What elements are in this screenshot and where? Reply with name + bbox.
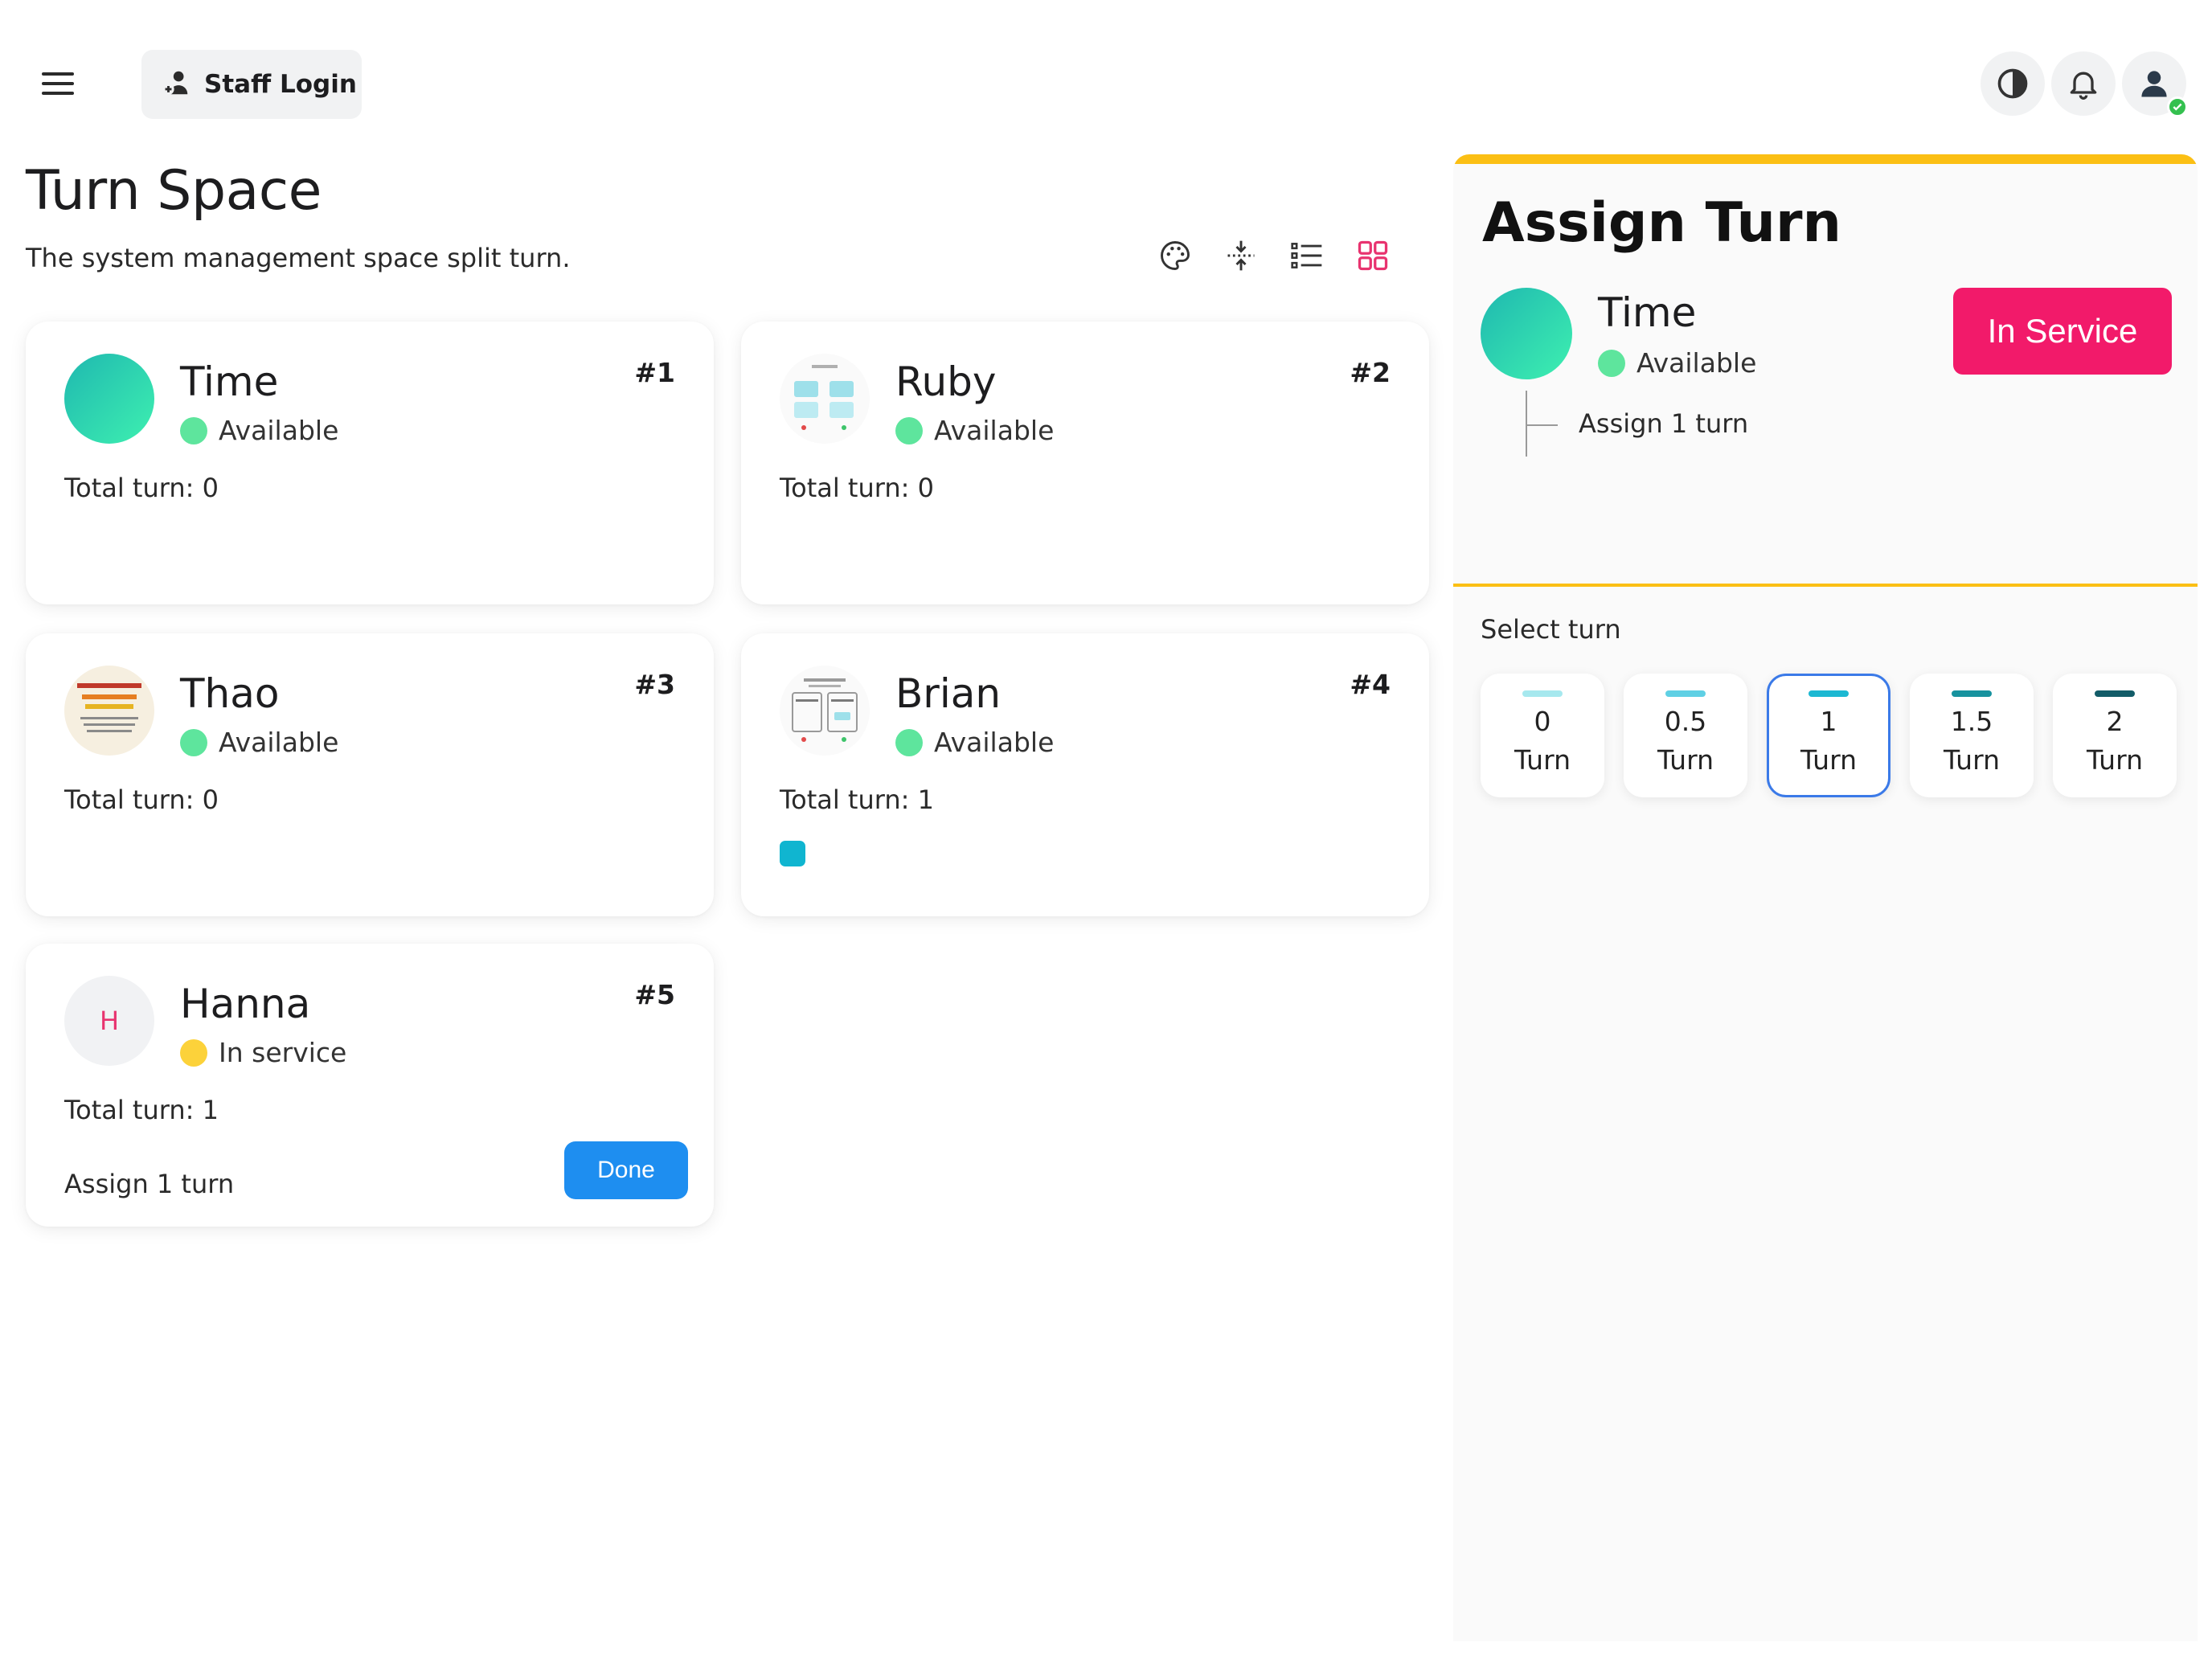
- turn-unit: Turn: [1800, 744, 1857, 776]
- turn-unit: Turn: [1657, 744, 1714, 776]
- panel-staff-name: Time: [1598, 289, 1697, 336]
- turn-color-bar: [1809, 690, 1849, 697]
- total-turn: Total turn: 0: [64, 473, 219, 503]
- staff-name: Brian: [895, 670, 1002, 717]
- panel-assign-label: Assign 1 turn: [1579, 408, 1749, 439]
- theme-toggle-icon[interactable]: [1981, 51, 2045, 116]
- avatar: [1481, 288, 1572, 379]
- staff-login-button[interactable]: Staff Login: [141, 50, 362, 119]
- staff-name: Time: [180, 358, 279, 405]
- assign-turn-label: Assign 1 turn: [64, 1169, 235, 1199]
- staff-card[interactable]: H Hanna In service #5 Total turn: 1 Assi…: [26, 944, 714, 1227]
- status-label: In service: [219, 1037, 347, 1068]
- avatar: H: [64, 976, 154, 1066]
- turn-option[interactable]: 0 Turn: [1481, 674, 1604, 797]
- staff-name: Hanna: [180, 981, 311, 1027]
- total-turn: Total turn: 1: [64, 1095, 219, 1125]
- status-dot: [1598, 349, 1625, 377]
- staff-card[interactable]: Thao Available #3 Total turn: 0: [26, 633, 714, 916]
- turn-value: 2: [2106, 706, 2124, 737]
- staff-name: Ruby: [895, 358, 997, 405]
- staff-number: #3: [634, 669, 675, 700]
- panel-title: Assign Turn: [1482, 191, 1841, 255]
- turn-chip: [780, 841, 805, 866]
- staff-number: #2: [1350, 357, 1391, 388]
- list-view-icon[interactable]: [1289, 238, 1325, 273]
- page-subtitle: The system management space split turn.: [26, 243, 571, 273]
- collapse-icon[interactable]: [1223, 238, 1259, 273]
- status-dot: [180, 1038, 207, 1067]
- status-label: Available: [219, 415, 339, 446]
- turn-option[interactable]: 0.5 Turn: [1624, 674, 1747, 797]
- status: Available: [895, 727, 1054, 758]
- turn-color-bar: [1952, 690, 1992, 697]
- status-label: Available: [934, 727, 1055, 758]
- avatar: [780, 354, 870, 444]
- turn-option[interactable]: 2 Turn: [2053, 674, 2177, 797]
- avatar: [780, 666, 870, 756]
- status-label: Available: [934, 415, 1055, 446]
- menu-icon[interactable]: [42, 72, 74, 95]
- assign-turn-panel: Assign Turn Time Available Assign 1 turn…: [1453, 154, 2198, 1641]
- tree-branch: [1526, 424, 1558, 426]
- turn-unit: Turn: [1514, 744, 1571, 776]
- status-dot: [895, 416, 923, 444]
- done-button[interactable]: Done: [564, 1141, 688, 1199]
- panel-status: Available: [1598, 347, 1756, 379]
- turn-value: 1: [1820, 706, 1837, 737]
- grid-view-icon[interactable]: [1355, 238, 1391, 273]
- status-label: Available: [219, 727, 339, 758]
- status: Available: [180, 727, 338, 758]
- bell-icon[interactable]: [2051, 51, 2116, 116]
- staff-login-label: Staff Login: [204, 70, 357, 99]
- status: Available: [895, 415, 1054, 446]
- turn-unit: Turn: [2087, 744, 2143, 776]
- person-add-icon: [161, 68, 191, 101]
- status-dot: [180, 416, 207, 444]
- turn-color-bar: [1665, 690, 1706, 697]
- total-turn: Total turn: 0: [64, 784, 219, 815]
- total-turn: Total turn: 0: [780, 473, 934, 503]
- status-dot: [180, 728, 207, 756]
- panel-accent-bar: [1453, 154, 2198, 164]
- in-service-button[interactable]: In Service: [1953, 288, 2172, 375]
- turn-option-selected[interactable]: 1 Turn: [1767, 674, 1890, 797]
- status: In service: [180, 1037, 346, 1068]
- turn-color-bar: [1522, 690, 1563, 697]
- turn-value: 0.5: [1664, 706, 1707, 737]
- tree-line: [1526, 391, 1527, 457]
- online-status-icon: [2167, 96, 2188, 117]
- staff-name: Thao: [180, 670, 280, 717]
- palette-icon[interactable]: [1157, 238, 1193, 273]
- staff-card[interactable]: Ruby Available #2 Total turn: 0: [741, 322, 1429, 604]
- panel-divider: [1453, 584, 2198, 587]
- staff-card[interactable]: Time Available #1 Total turn: 0: [26, 322, 714, 604]
- turn-color-bar: [2095, 690, 2135, 697]
- status-dot: [895, 728, 923, 756]
- view-toolbar: [1157, 238, 1391, 273]
- page-title: Turn Space: [26, 159, 322, 223]
- select-turn-label: Select turn: [1481, 614, 1621, 645]
- turn-unit: Turn: [1944, 744, 2000, 776]
- staff-number: #4: [1350, 669, 1391, 700]
- total-turn: Total turn: 1: [780, 784, 934, 815]
- avatar: [64, 666, 154, 756]
- staff-card[interactable]: Brian Available #4 Total turn: 1: [741, 633, 1429, 916]
- status: Available: [180, 415, 338, 446]
- turn-options: 0 Turn 0.5 Turn 1 Turn 1.5 Turn 2 Turn: [1481, 674, 2177, 797]
- staff-number: #5: [634, 979, 675, 1010]
- user-avatar-icon[interactable]: [2122, 51, 2188, 117]
- turn-value: 1.5: [1950, 706, 1993, 737]
- staff-number: #1: [634, 357, 675, 388]
- status-label: Available: [1636, 347, 1757, 379]
- turn-option[interactable]: 1.5 Turn: [1910, 674, 2034, 797]
- avatar: [64, 354, 154, 444]
- turn-value: 0: [1534, 706, 1551, 737]
